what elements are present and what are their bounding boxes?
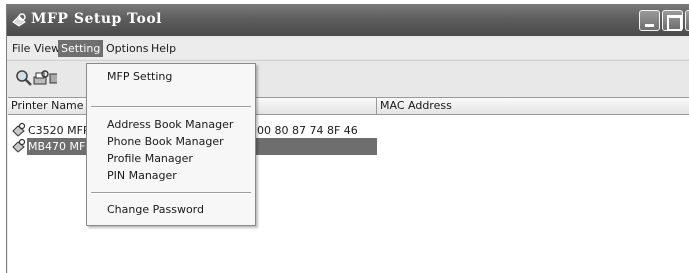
printer-icon: [12, 138, 26, 153]
printer-gear-icon[interactable]: [32, 69, 50, 87]
column-header-blank[interactable]: [251, 98, 377, 115]
menu-file[interactable]: File: [9, 40, 33, 57]
printer-app-icon: [12, 13, 26, 27]
menu-setting[interactable]: Setting: [58, 40, 104, 57]
column-header-mac-address[interactable]: MAC Address: [377, 98, 689, 115]
menu-separator: [91, 192, 251, 194]
printer-name: C3520 MFP: [28, 124, 90, 137]
menu-item-pin-manager[interactable]: PIN Manager: [107, 169, 177, 183]
menu-help[interactable]: Help: [148, 40, 179, 57]
title-bar[interactable]: MFP Setup Tool: [7, 4, 689, 36]
window-title: MFP Setup Tool: [31, 11, 162, 27]
menu-item-address-book-manager[interactable]: Address Book Manager: [107, 118, 233, 132]
menu-item-phone-book-manager[interactable]: Phone Book Manager: [107, 135, 224, 149]
close-button[interactable]: [685, 10, 689, 31]
search-icon[interactable]: [15, 69, 33, 87]
menu-options[interactable]: Options: [103, 40, 151, 57]
app-window: MFP Setup Tool File View Setting Options…: [6, 4, 689, 273]
menu-item-change-password[interactable]: Change Password: [107, 203, 204, 217]
menu-bar: File View Setting Options Help: [7, 38, 689, 58]
mac-address: 00 80 87 74 8F 46: [257, 124, 358, 137]
printer-partial-icon[interactable]: [49, 69, 57, 87]
minimize-button[interactable]: [639, 10, 660, 31]
menu-item-profile-manager[interactable]: Profile Manager: [107, 152, 193, 166]
printer-name: MB470 MFP: [28, 140, 92, 153]
menu-item-mfp-setting[interactable]: MFP Setting: [107, 70, 172, 84]
menu-separator: [91, 106, 251, 108]
printer-icon: [12, 122, 26, 137]
setting-dropdown-menu: MFP Setting Address Book Manager Phone B…: [86, 63, 256, 226]
maximize-button[interactable]: [662, 10, 683, 31]
